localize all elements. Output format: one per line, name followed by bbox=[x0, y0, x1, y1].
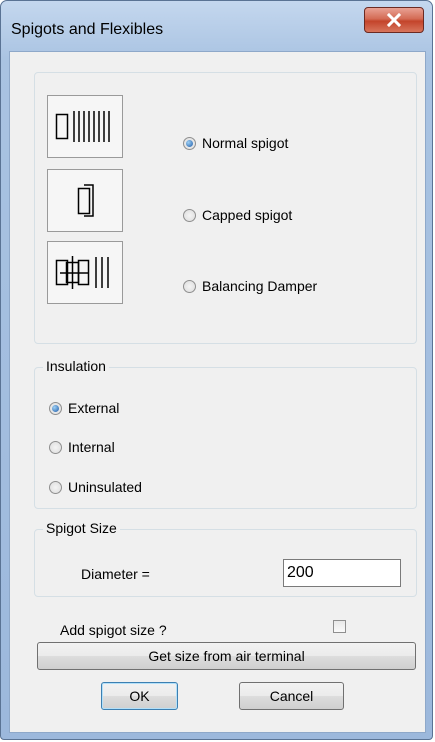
radio-button[interactable] bbox=[183, 279, 196, 293]
ok-button[interactable]: OK bbox=[101, 682, 178, 710]
add-spigot-size-checkbox[interactable] bbox=[333, 620, 346, 633]
insulation-group: Insulation External Internal Uninsulated bbox=[34, 358, 417, 509]
close-icon bbox=[386, 13, 402, 27]
add-spigot-size-label: Add spigot size ? bbox=[60, 622, 167, 638]
radio-label: Balancing Damper bbox=[202, 278, 318, 294]
window-title: Spigots and Flexibles bbox=[11, 21, 164, 38]
radio-button[interactable] bbox=[49, 440, 62, 454]
radio-button[interactable] bbox=[49, 480, 62, 494]
radio-label: Uninsulated bbox=[68, 479, 142, 495]
balancing-damper-icon bbox=[47, 241, 123, 304]
spigot-type-group: Normal spigot Capped spigot Balancing Da… bbox=[34, 72, 417, 344]
normal-spigot-icon bbox=[47, 95, 123, 158]
close-button[interactable] bbox=[364, 7, 424, 33]
radio-uninsulated[interactable]: Uninsulated bbox=[49, 479, 142, 495]
radio-label: Internal bbox=[68, 439, 115, 455]
dialog-window: Spigots and Flexibles Normal spigot Capp… bbox=[0, 0, 433, 740]
radio-button[interactable] bbox=[49, 401, 62, 415]
insulation-group-label: Insulation bbox=[43, 358, 109, 374]
cancel-button[interactable]: Cancel bbox=[239, 682, 344, 710]
button-label: Cancel bbox=[269, 688, 314, 704]
diameter-input[interactable] bbox=[283, 559, 401, 587]
radio-balancing-damper[interactable]: Balancing Damper bbox=[183, 278, 317, 294]
radio-external[interactable]: External bbox=[49, 400, 119, 416]
button-label: OK bbox=[129, 688, 150, 704]
title-bar[interactable]: Spigots and Flexibles bbox=[1, 1, 432, 51]
spigot-size-group-label: Spigot Size bbox=[43, 520, 120, 536]
button-label: Get size from air terminal bbox=[148, 648, 305, 664]
radio-label: Normal spigot bbox=[202, 135, 289, 151]
radio-button[interactable] bbox=[183, 136, 196, 150]
spigot-size-group: Spigot Size Diameter = bbox=[34, 520, 417, 597]
radio-label: External bbox=[68, 400, 120, 416]
diameter-label: Diameter = bbox=[81, 566, 150, 582]
radio-internal[interactable]: Internal bbox=[49, 439, 115, 455]
radio-capped-spigot[interactable]: Capped spigot bbox=[183, 207, 292, 223]
get-size-from-air-terminal-button[interactable]: Get size from air terminal bbox=[37, 642, 416, 670]
radio-button[interactable] bbox=[183, 208, 196, 222]
dialog-body: Normal spigot Capped spigot Balancing Da… bbox=[9, 51, 426, 733]
radio-label: Capped spigot bbox=[202, 207, 293, 223]
radio-normal-spigot[interactable]: Normal spigot bbox=[183, 135, 288, 151]
capped-spigot-icon bbox=[47, 169, 123, 232]
